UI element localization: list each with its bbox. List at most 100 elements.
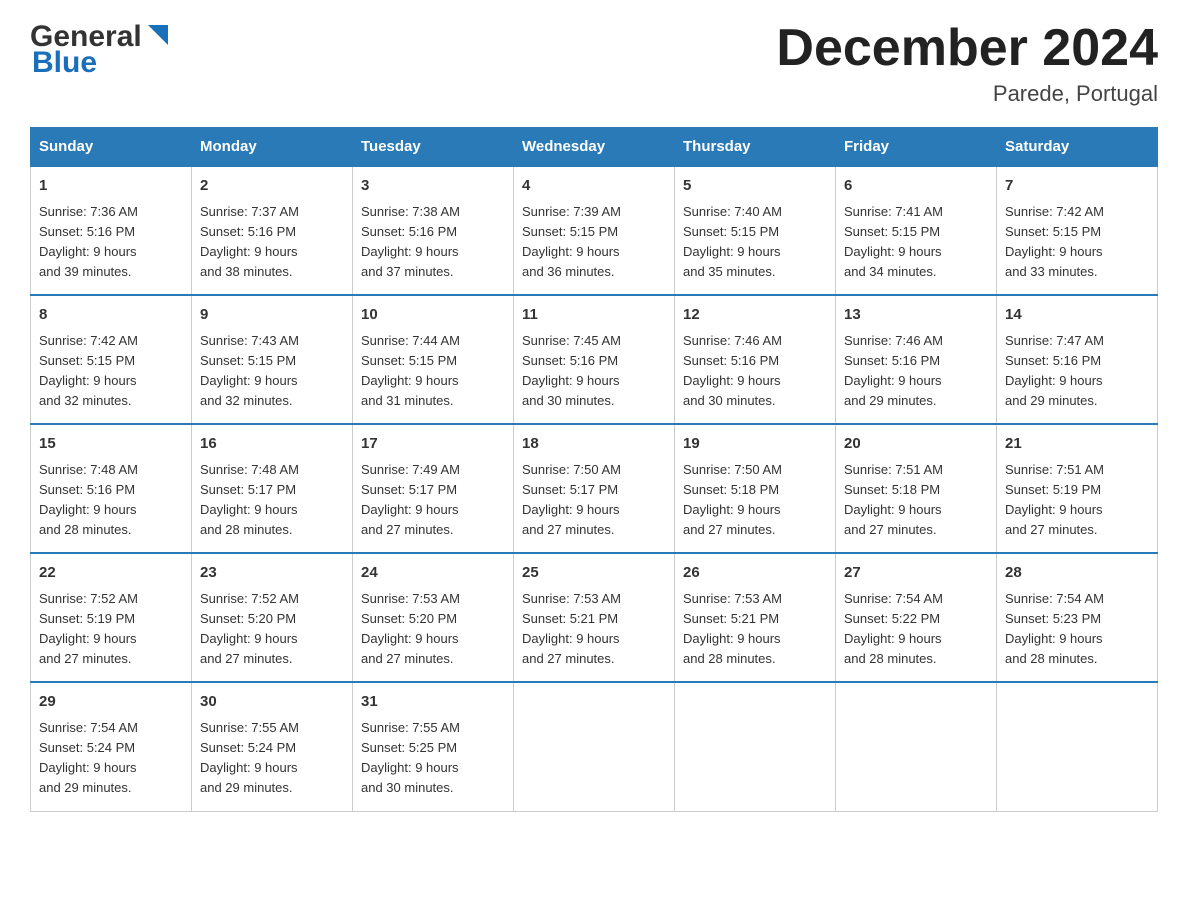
day-info: Sunrise: 7:49 AMSunset: 5:17 PMDaylight:…: [361, 460, 505, 541]
day-info: Sunrise: 7:54 AMSunset: 5:22 PMDaylight:…: [844, 589, 988, 670]
calendar-cell: 23 Sunrise: 7:52 AMSunset: 5:20 PMDayligh…: [192, 553, 353, 682]
calendar-cell: 1 Sunrise: 7:36 AMSunset: 5:16 PMDaylight…: [31, 166, 192, 295]
day-number: 20: [844, 433, 988, 456]
day-number: 4: [522, 175, 666, 198]
calendar-week-row: 29 Sunrise: 7:54 AMSunset: 5:24 PMDayligh…: [31, 682, 1158, 811]
day-number: 3: [361, 175, 505, 198]
calendar-header-thursday: Thursday: [675, 128, 836, 167]
day-number: 14: [1005, 304, 1149, 327]
day-info: Sunrise: 7:39 AMSunset: 5:15 PMDaylight:…: [522, 202, 666, 283]
day-info: Sunrise: 7:36 AMSunset: 5:16 PMDaylight:…: [39, 202, 183, 283]
calendar-cell: 25Sunrise: 7:53 AMSunset: 5:21 PMDayligh…: [514, 553, 675, 682]
day-number: 2: [200, 175, 344, 198]
day-number: 9: [200, 304, 344, 327]
calendar-header-wednesday: Wednesday: [514, 128, 675, 167]
day-info: Sunrise: 7:54 AMSunset: 5:23 PMDaylight:…: [1005, 589, 1149, 670]
calendar-cell: [836, 682, 997, 811]
calendar-week-row: 1 Sunrise: 7:36 AMSunset: 5:16 PMDaylight…: [31, 166, 1158, 295]
calendar-cell: [997, 682, 1158, 811]
day-number: 26: [683, 562, 827, 585]
calendar-cell: 30 Sunrise: 7:55 AMSunset: 5:24 PMDayligh…: [192, 682, 353, 811]
day-info: Sunrise: 7:48 AMSunset: 5:16 PMDaylight:…: [39, 460, 183, 541]
day-number: 21: [1005, 433, 1149, 456]
calendar-cell: 13 Sunrise: 7:46 AMSunset: 5:16 PMDayligh…: [836, 295, 997, 424]
day-info: Sunrise: 7:44 AMSunset: 5:15 PMDaylight:…: [361, 331, 505, 412]
day-number: 19: [683, 433, 827, 456]
day-info: Sunrise: 7:42 AMSunset: 5:15 PMDaylight:…: [1005, 202, 1149, 283]
day-number: 30: [200, 691, 344, 714]
day-number: 29: [39, 691, 183, 714]
day-info: Sunrise: 7:52 AMSunset: 5:19 PMDaylight:…: [39, 589, 183, 670]
day-number: 22: [39, 562, 183, 585]
day-info: Sunrise: 7:40 AMSunset: 5:15 PMDaylight:…: [683, 202, 827, 283]
logo: General Blue: [30, 20, 172, 80]
calendar-cell: [514, 682, 675, 811]
calendar-header-sunday: Sunday: [31, 128, 192, 167]
calendar-cell: 2Sunrise: 7:37 AMSunset: 5:16 PMDaylight…: [192, 166, 353, 295]
page-header: General Blue December 2024 Parede, Portu…: [30, 20, 1158, 107]
day-info: Sunrise: 7:41 AMSunset: 5:15 PMDaylight:…: [844, 202, 988, 283]
day-info: Sunrise: 7:53 AMSunset: 5:21 PMDaylight:…: [683, 589, 827, 670]
day-info: Sunrise: 7:50 AMSunset: 5:18 PMDaylight:…: [683, 460, 827, 541]
calendar-cell: 28 Sunrise: 7:54 AMSunset: 5:23 PMDayligh…: [997, 553, 1158, 682]
day-info: Sunrise: 7:46 AMSunset: 5:16 PMDaylight:…: [844, 331, 988, 412]
calendar-header-monday: Monday: [192, 128, 353, 167]
day-info: Sunrise: 7:55 AMSunset: 5:25 PMDaylight:…: [361, 718, 505, 799]
calendar-cell: 17 Sunrise: 7:49 AMSunset: 5:17 PMDayligh…: [353, 424, 514, 553]
day-info: Sunrise: 7:46 AMSunset: 5:16 PMDaylight:…: [683, 331, 827, 412]
logo-arrow-icon: [144, 21, 172, 49]
calendar-cell: 18 Sunrise: 7:50 AMSunset: 5:17 PMDayligh…: [514, 424, 675, 553]
title-block: December 2024 Parede, Portugal: [776, 20, 1158, 107]
calendar-cell: 12Sunrise: 7:46 AMSunset: 5:16 PMDayligh…: [675, 295, 836, 424]
calendar-header-row: SundayMondayTuesdayWednesdayThursdayFrid…: [31, 128, 1158, 167]
day-number: 11: [522, 304, 666, 327]
calendar-cell: 10 Sunrise: 7:44 AMSunset: 5:15 PMDayligh…: [353, 295, 514, 424]
day-info: Sunrise: 7:54 AMSunset: 5:24 PMDaylight:…: [39, 718, 183, 799]
day-number: 10: [361, 304, 505, 327]
calendar-cell: 21 Sunrise: 7:51 AMSunset: 5:19 PMDayligh…: [997, 424, 1158, 553]
day-info: Sunrise: 7:51 AMSunset: 5:18 PMDaylight:…: [844, 460, 988, 541]
day-number: 17: [361, 433, 505, 456]
calendar-cell: 24 Sunrise: 7:53 AMSunset: 5:20 PMDayligh…: [353, 553, 514, 682]
calendar-cell: 14 Sunrise: 7:47 AMSunset: 5:16 PMDayligh…: [997, 295, 1158, 424]
day-number: 24: [361, 562, 505, 585]
day-number: 7: [1005, 175, 1149, 198]
day-number: 27: [844, 562, 988, 585]
calendar-cell: 15 Sunrise: 7:48 AMSunset: 5:16 PMDayligh…: [31, 424, 192, 553]
day-info: Sunrise: 7:47 AMSunset: 5:16 PMDaylight:…: [1005, 331, 1149, 412]
calendar-cell: [675, 682, 836, 811]
calendar-cell: 27 Sunrise: 7:54 AMSunset: 5:22 PMDayligh…: [836, 553, 997, 682]
day-number: 13: [844, 304, 988, 327]
day-info: Sunrise: 7:42 AMSunset: 5:15 PMDaylight:…: [39, 331, 183, 412]
day-number: 25: [522, 562, 666, 585]
calendar-cell: 7 Sunrise: 7:42 AMSunset: 5:15 PMDaylight…: [997, 166, 1158, 295]
day-number: 16: [200, 433, 344, 456]
day-info: Sunrise: 7:50 AMSunset: 5:17 PMDaylight:…: [522, 460, 666, 541]
calendar-cell: 26 Sunrise: 7:53 AMSunset: 5:21 PMDayligh…: [675, 553, 836, 682]
day-info: Sunrise: 7:45 AMSunset: 5:16 PMDaylight:…: [522, 331, 666, 412]
day-info: Sunrise: 7:48 AMSunset: 5:17 PMDaylight:…: [200, 460, 344, 541]
day-number: 28: [1005, 562, 1149, 585]
day-number: 6: [844, 175, 988, 198]
day-number: 15: [39, 433, 183, 456]
page-title: December 2024: [776, 20, 1158, 77]
calendar-cell: 5Sunrise: 7:40 AMSunset: 5:15 PMDaylight…: [675, 166, 836, 295]
calendar-header-tuesday: Tuesday: [353, 128, 514, 167]
calendar-cell: 22 Sunrise: 7:52 AMSunset: 5:19 PMDayligh…: [31, 553, 192, 682]
calendar-cell: 4 Sunrise: 7:39 AMSunset: 5:15 PMDaylight…: [514, 166, 675, 295]
day-info: Sunrise: 7:52 AMSunset: 5:20 PMDaylight:…: [200, 589, 344, 670]
day-number: 31: [361, 691, 505, 714]
day-number: 18: [522, 433, 666, 456]
calendar-cell: 8 Sunrise: 7:42 AMSunset: 5:15 PMDaylight…: [31, 295, 192, 424]
day-info: Sunrise: 7:53 AMSunset: 5:20 PMDaylight:…: [361, 589, 505, 670]
calendar-cell: 6 Sunrise: 7:41 AMSunset: 5:15 PMDaylight…: [836, 166, 997, 295]
day-info: Sunrise: 7:51 AMSunset: 5:19 PMDaylight:…: [1005, 460, 1149, 541]
day-number: 23: [200, 562, 344, 585]
day-info: Sunrise: 7:55 AMSunset: 5:24 PMDaylight:…: [200, 718, 344, 799]
calendar-cell: 29 Sunrise: 7:54 AMSunset: 5:24 PMDayligh…: [31, 682, 192, 811]
calendar-cell: 19 Sunrise: 7:50 AMSunset: 5:18 PMDayligh…: [675, 424, 836, 553]
logo-blue: Blue: [32, 46, 97, 80]
day-number: 8: [39, 304, 183, 327]
day-number: 1: [39, 175, 183, 198]
page-subtitle: Parede, Portugal: [776, 81, 1158, 107]
